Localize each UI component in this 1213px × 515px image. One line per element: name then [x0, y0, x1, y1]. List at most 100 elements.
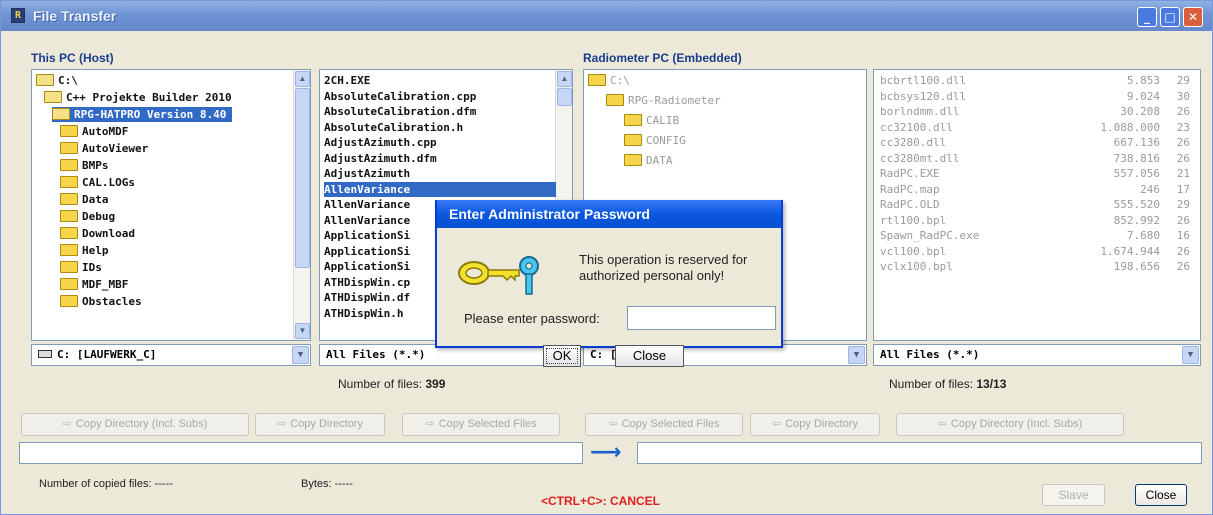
- tree-item[interactable]: Data: [60, 192, 109, 207]
- copy-selected-files-to-remote-button[interactable]: ⇨ Copy Selected Files: [402, 413, 560, 436]
- tree-item-label: CAL.LOGs: [82, 176, 135, 189]
- tree-item[interactable]: CONFIG: [624, 133, 686, 148]
- host-drive-select[interactable]: C: [LAUFWERK_C] ▼: [31, 344, 311, 366]
- copy-selected-files-to-host-button[interactable]: ⇦ Copy Selected Files: [585, 413, 743, 436]
- arrow-left-icon: ⇦: [937, 418, 947, 430]
- tree-item[interactable]: CALIB: [624, 113, 679, 128]
- scroll-thumb[interactable]: [295, 88, 310, 268]
- tree-item[interactable]: BMPs: [60, 158, 109, 173]
- host-directory-tree[interactable]: ▲ ▼ C:\ C++ Projekte Builder 2010 RPG-HATP…: [31, 69, 311, 341]
- dialog-message: This operation is reserved for authorize…: [579, 252, 748, 283]
- file-item[interactable]: AdjustAzimuth.cpp: [324, 135, 556, 150]
- tree-item-label: Data: [82, 193, 109, 206]
- drive-icon: [38, 350, 52, 358]
- file-date: 26: [1176, 213, 1190, 227]
- close-window-button[interactable]: ✕: [1183, 7, 1203, 27]
- cancel-hint: <CTRL+C>: CANCEL: [541, 494, 661, 508]
- host-file-count: Number of files: 399: [338, 377, 445, 391]
- file-item[interactable]: cc3280.dll 667.136 26: [880, 135, 1194, 150]
- copy-directory-incl-subs-to-remote-button[interactable]: ⇨ Copy Directory (Incl. Subs): [21, 413, 249, 436]
- file-name: ATHDispWin.h: [324, 306, 404, 320]
- chevron-down-icon[interactable]: ▼: [848, 346, 865, 364]
- tree-item[interactable]: C:\: [588, 73, 630, 88]
- slave-button[interactable]: Slave: [1042, 484, 1105, 506]
- copy-directory-to-remote-button[interactable]: ⇨ Copy Directory: [255, 413, 385, 436]
- file-date: 26: [1176, 105, 1190, 118]
- file-item[interactable]: vclx100.bpl 198.656 26: [880, 259, 1194, 274]
- host-filter-value: All Files (*.*): [326, 348, 426, 361]
- copy-button-label: Copy Directory (Incl. Subs): [950, 418, 1083, 430]
- file-name: AdjustAzimuth: [324, 167, 411, 180]
- copied-files-label: Number of copied files:: [39, 478, 152, 490]
- file-item[interactable]: Spawn_RadPC.exe 7.680 16: [880, 228, 1194, 243]
- minimize-button[interactable]: _: [1137, 7, 1157, 27]
- file-item[interactable]: 2CH.EXE: [324, 73, 556, 88]
- tree-item[interactable]: Help: [60, 243, 109, 258]
- scroll-up-icon[interactable]: ▲: [295, 71, 310, 87]
- remote-file-list[interactable]: bcbrtl100.dll 5.853 29 bcbsys120.dll 9.024 30…: [873, 69, 1201, 341]
- tree-item[interactable]: DATA: [624, 153, 673, 168]
- file-item[interactable]: AbsoluteCalibration.cpp: [324, 89, 556, 104]
- tree-item-label: CONFIG: [646, 134, 686, 147]
- folder-open-icon: [36, 74, 54, 86]
- chevron-down-icon[interactable]: ▼: [1182, 346, 1199, 364]
- window-title: File Transfer: [33, 8, 117, 24]
- file-item[interactable]: cc32100.dll 1.088.000 23: [880, 120, 1194, 135]
- key-icon: [458, 256, 539, 295]
- file-name: borlndmm.dll: [880, 105, 960, 118]
- title-bar: R File Transfer _ □ ✕: [1, 1, 1212, 31]
- file-name: vclx100.bpl: [880, 260, 953, 273]
- copy-directory-incl-subs-to-host-button[interactable]: ⇦ Copy Directory (Incl. Subs): [896, 413, 1124, 436]
- tree-item[interactable]: CAL.LOGs: [60, 175, 135, 190]
- file-item[interactable]: RadPC.OLD 555.520 29: [880, 197, 1194, 212]
- file-item[interactable]: AbsoluteCalibration.h: [324, 120, 556, 135]
- tree-item[interactable]: Debug: [60, 209, 115, 224]
- copy-button-label: Copy Selected Files: [621, 418, 720, 430]
- tree-item[interactable]: MDF_MBF: [60, 277, 128, 292]
- tree-item[interactable]: RPG-Radiometer: [606, 93, 721, 108]
- scroll-up-icon[interactable]: ▲: [557, 71, 572, 87]
- copy-directory-to-host-button[interactable]: ⇦ Copy Directory: [750, 413, 880, 436]
- tree-item[interactable]: AutoViewer: [60, 141, 148, 156]
- file-item[interactable]: AbsoluteCalibration.dfm: [324, 104, 556, 119]
- file-date: 21: [1176, 167, 1190, 180]
- file-size: 198.656: [1113, 260, 1160, 273]
- tree-item[interactable]: Obstacles: [60, 294, 142, 309]
- tree-item[interactable]: AutoMDF: [60, 124, 128, 139]
- chevron-down-icon[interactable]: ▼: [292, 346, 309, 364]
- file-item[interactable]: RadPC.map 246 17: [880, 182, 1194, 197]
- file-item[interactable]: borlndmm.dll 30.208 26: [880, 104, 1194, 119]
- file-item[interactable]: RadPC.EXE 557.056 21: [880, 166, 1194, 181]
- scroll-thumb[interactable]: [557, 88, 572, 106]
- dialog-close-button[interactable]: Close: [615, 345, 684, 367]
- ok-button[interactable]: OK: [543, 345, 581, 367]
- file-name: cc3280.dll: [880, 136, 947, 149]
- password-input[interactable]: [627, 306, 776, 330]
- tree-item-label: RPG-HATPRO Version 8.40: [74, 108, 227, 121]
- file-item[interactable]: bcbsys120.dll 9.024 30: [880, 89, 1194, 104]
- file-item[interactable]: AdjustAzimuth.dfm: [324, 151, 556, 166]
- close-button[interactable]: Close: [1135, 484, 1187, 506]
- scroll-down-icon[interactable]: ▼: [295, 323, 310, 339]
- file-item[interactable]: vcl100.bpl 1.674.944 26: [880, 244, 1194, 259]
- tree-item[interactable]: RPG-HATPRO Version 8.40: [52, 107, 233, 122]
- file-item[interactable]: bcbrtl100.dll 5.853 29: [880, 73, 1194, 88]
- tree-item[interactable]: C:\: [36, 73, 78, 88]
- remote-filter-select[interactable]: All Files (*.*) ▼: [873, 344, 1201, 366]
- file-name: AllenVariance: [324, 198, 411, 211]
- file-name: cc32100.dll: [880, 120, 953, 134]
- host-tree-scrollbar[interactable]: ▲ ▼: [293, 70, 310, 340]
- arrow-right-icon: ⇨: [425, 418, 435, 430]
- maximize-button[interactable]: □: [1160, 7, 1180, 27]
- file-item[interactable]: AdjustAzimuth: [324, 166, 556, 181]
- file-item[interactable]: cc3280mt.dll 738.816 26: [880, 151, 1194, 166]
- tree-item[interactable]: IDs: [60, 260, 102, 275]
- folder-icon: [606, 94, 624, 106]
- file-item[interactable]: AllenVariance: [324, 181, 556, 197]
- tree-item[interactable]: C++ Projekte Builder 2010: [44, 90, 232, 105]
- tree-item[interactable]: Download: [60, 226, 135, 241]
- file-size: 555.520: [1113, 198, 1160, 211]
- file-size: 9.024: [1126, 89, 1160, 103]
- file-item[interactable]: rtl100.bpl 852.992 26: [880, 213, 1194, 228]
- dialog-title: Enter Administrator Password: [437, 200, 781, 228]
